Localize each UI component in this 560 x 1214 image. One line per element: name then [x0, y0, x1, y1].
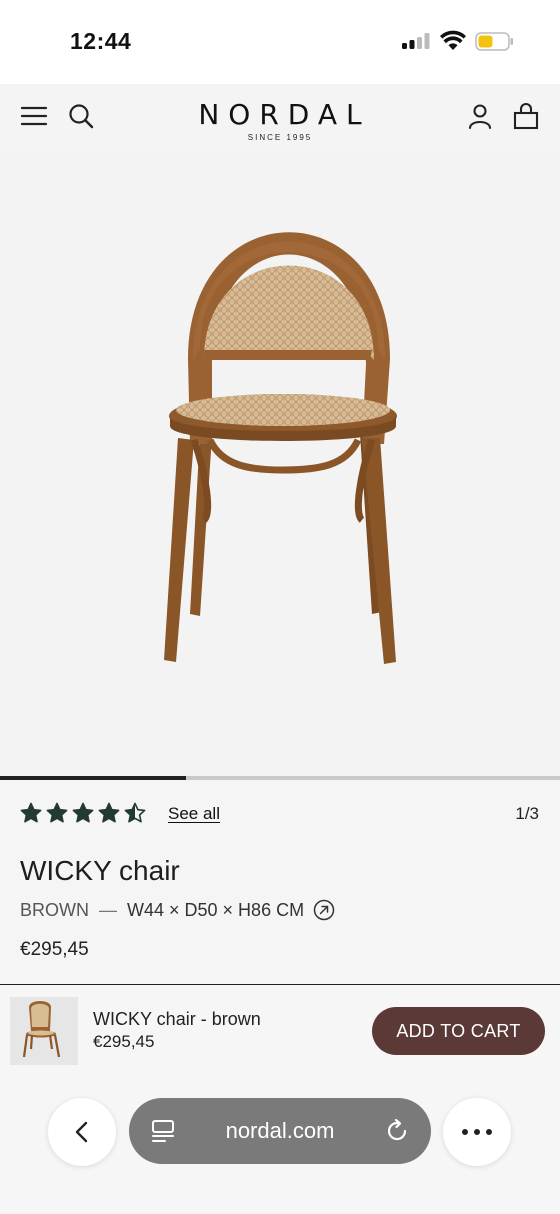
star-full-icon: [98, 802, 120, 823]
browser-toolbar: nordal.com: [0, 1074, 560, 1214]
ellipsis-icon: [462, 1129, 492, 1135]
product-price: €295,45: [20, 939, 89, 960]
cart-product-name: WICKY chair - brown: [93, 1009, 261, 1029]
brand-tagline: SINCE 1995: [247, 133, 313, 142]
add-to-cart-button[interactable]: ADD TO CART: [372, 1007, 545, 1055]
product-dimensions: W44 × D50 × H86 CM: [127, 899, 305, 920]
star-full-icon: [72, 802, 94, 823]
product-image-gallery[interactable]: [0, 154, 560, 776]
gallery-progress-track: [0, 776, 560, 780]
gallery-counter: 1/3: [515, 804, 539, 823]
see-all-reviews-link[interactable]: See all: [168, 804, 220, 824]
more-options-button[interactable]: [443, 1098, 511, 1166]
star-full-icon: [46, 802, 68, 823]
chair-image: [164, 232, 397, 664]
external-link-icon[interactable]: [313, 899, 335, 921]
star-full-icon: [20, 802, 42, 823]
star-half-icon: [124, 802, 146, 823]
battery-icon: [475, 32, 513, 51]
product-variant: BROWN — W44 × D50 × H86 CM: [20, 899, 335, 921]
chevron-left-icon: [75, 1121, 88, 1143]
variant-separator: —: [99, 899, 117, 920]
account-icon[interactable]: [466, 102, 494, 130]
cart-product-price: €295,45: [93, 1032, 155, 1051]
reload-icon[interactable]: [383, 1117, 411, 1145]
cellular-signal-icon: [402, 33, 430, 49]
site-header: NORDAL SINCE 1995: [0, 84, 560, 154]
product-color: BROWN: [20, 899, 89, 920]
back-button[interactable]: [48, 1098, 116, 1166]
product-thumbnail: [10, 997, 78, 1065]
status-time: 12:44: [70, 28, 132, 54]
gallery-progress-fill: [0, 776, 186, 780]
address-bar[interactable]: nordal.com: [129, 1098, 431, 1164]
sticky-cart-bar: WICKY chair - brown €295,45 ADD TO CART: [0, 984, 560, 1074]
wifi-icon: [440, 30, 466, 50]
status-bar: 12:44: [0, 0, 560, 84]
product-title: WICKY chair: [20, 855, 180, 886]
rating-stars[interactable]: [20, 801, 150, 825]
bag-icon[interactable]: [512, 102, 540, 130]
